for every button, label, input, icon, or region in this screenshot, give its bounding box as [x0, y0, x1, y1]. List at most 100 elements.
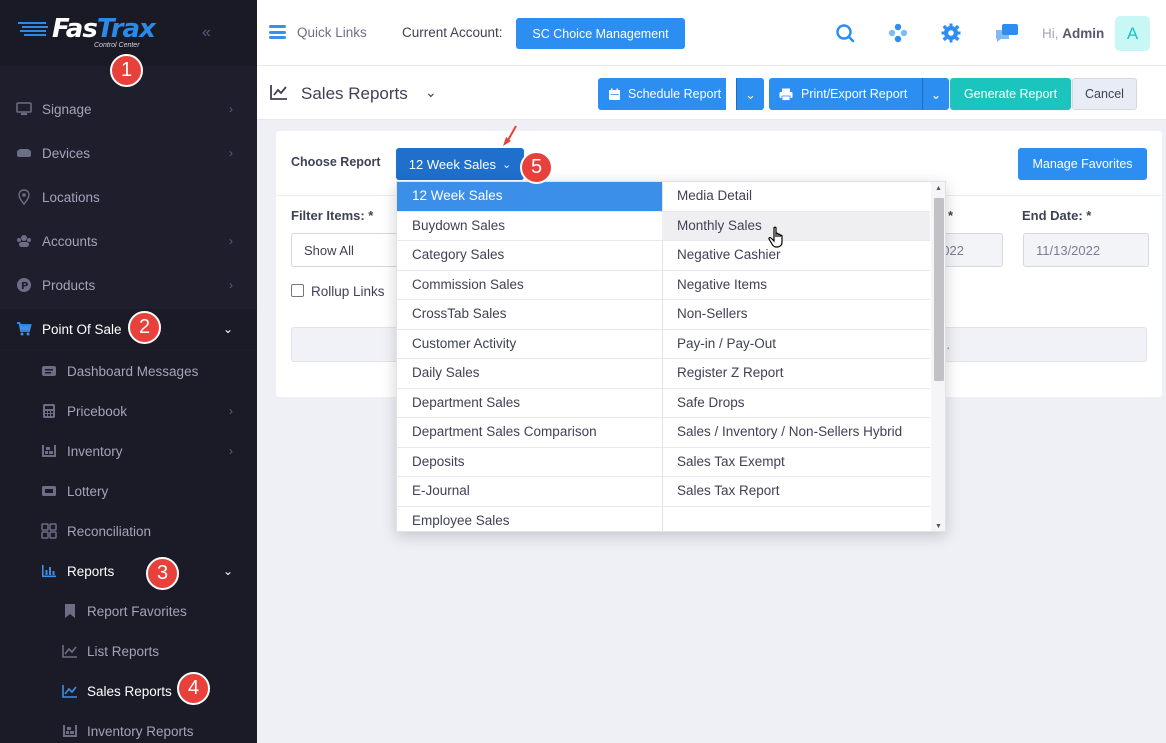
- sidebar-item-list-reports[interactable]: List Reports: [0, 631, 257, 671]
- sidebar-item-dashboard-messages[interactable]: Dashboard Messages: [0, 351, 257, 391]
- brand-subtitle: Control Center: [94, 42, 140, 49]
- dropdown-scrollbar[interactable]: ▲ ▼: [931, 182, 945, 531]
- collapse-sidebar-icon[interactable]: «: [202, 24, 211, 42]
- sidebar-item-label: Reconciliation: [67, 523, 152, 539]
- generate-report-button[interactable]: Generate Report: [950, 78, 1071, 110]
- inventory-icon: [42, 445, 56, 457]
- start-date-label: *: [948, 208, 954, 223]
- user-name: Admin: [1062, 26, 1105, 41]
- quick-links[interactable]: Quick Links: [297, 25, 367, 40]
- sidebar-item-locations[interactable]: Locations: [0, 177, 257, 217]
- report-option-department-sales[interactable]: Department Sales: [397, 389, 662, 418]
- avatar[interactable]: A: [1115, 16, 1150, 51]
- sidebar-item-reconciliation[interactable]: Reconciliation: [0, 511, 257, 551]
- sidebar-item-label: Locations: [42, 189, 100, 205]
- report-option-buydown-sales[interactable]: Buydown Sales: [397, 212, 662, 241]
- sidebar-item-products[interactable]: P Products ›: [0, 265, 257, 305]
- search-icon[interactable]: [834, 22, 856, 44]
- current-account-button[interactable]: SC Choice Management: [516, 18, 685, 49]
- sidebar-item-label: List Reports: [87, 643, 160, 659]
- report-option-commission-sales[interactable]: Commission Sales: [397, 271, 662, 300]
- choose-report-dropdown[interactable]: 12 Week Sales ⌄: [396, 148, 524, 180]
- sidebar-item-sales-reports[interactable]: Sales Reports: [0, 671, 257, 711]
- sidebar-item-devices[interactable]: Devices ›: [0, 133, 257, 173]
- chevron-down-icon: ⌄: [501, 158, 512, 171]
- sidebar-item-lottery[interactable]: Lottery: [0, 471, 257, 511]
- report-option-monthly-sales[interactable]: Monthly Sales: [662, 211, 930, 241]
- report-option-12-week-sales[interactable]: 12 Week Sales: [397, 182, 662, 212]
- ticket-icon: [42, 486, 56, 496]
- page-title: Sales Reports: [301, 84, 408, 103]
- sidebar-item-label: Signage: [42, 101, 92, 117]
- cancel-button[interactable]: Cancel: [1072, 78, 1137, 110]
- report-dropdown-menu: 12 Week Sales Buydown Sales Category Sal…: [396, 181, 946, 532]
- sidebar-item-signage[interactable]: Signage ›: [0, 89, 257, 129]
- menu-icon[interactable]: [269, 25, 286, 39]
- annotation-badge-3: 3: [146, 557, 179, 590]
- report-option-department-sales-comparison[interactable]: Department Sales Comparison: [397, 418, 662, 448]
- sidebar-item-inventory-reports[interactable]: Inventory Reports: [0, 711, 257, 743]
- print-export-dropdown[interactable]: ⌄: [922, 78, 949, 110]
- sidebar-item-inventory[interactable]: Inventory ›: [0, 431, 257, 471]
- annotation-badge-5: 5: [520, 151, 553, 184]
- report-option-category-sales[interactable]: Category Sales: [397, 241, 662, 271]
- sidebar-item-label: Lottery: [67, 483, 109, 499]
- report-option-e-journal[interactable]: E-Journal: [397, 477, 662, 507]
- selected-report: 12 Week Sales: [408, 156, 496, 172]
- report-option-negative-cashier[interactable]: Negative Cashier: [662, 241, 930, 271]
- sidebar-item-reports[interactable]: Reports ⌄: [0, 551, 257, 591]
- print-export-button[interactable]: Print/Export Report: [769, 78, 924, 110]
- bookmark-icon: [65, 604, 75, 618]
- report-option-deposits[interactable]: Deposits: [397, 448, 662, 477]
- report-option-safe-drops[interactable]: Safe Drops: [662, 389, 930, 418]
- scroll-down-icon[interactable]: ▼: [935, 523, 942, 530]
- title-chevron-down-icon[interactable]: ⌄: [425, 84, 437, 101]
- annotation-arrow-icon: [503, 125, 517, 146]
- report-option-media-detail[interactable]: Media Detail: [662, 182, 930, 212]
- manage-favorites-button[interactable]: Manage Favorites: [1018, 148, 1147, 180]
- sidebar-item-accounts[interactable]: Accounts ›: [0, 221, 257, 261]
- sidebar-item-label: Point Of Sale: [42, 321, 122, 337]
- report-option-daily-sales[interactable]: Daily Sales: [397, 359, 662, 389]
- logo-speed-lines-icon: [18, 22, 48, 36]
- sidebar-item-report-favorites[interactable]: Report Favorites: [0, 591, 257, 631]
- report-option-sales-tax-report[interactable]: Sales Tax Report: [662, 477, 930, 507]
- map-pin-icon: [18, 189, 30, 205]
- gear-icon[interactable]: [940, 22, 962, 44]
- schedule-report-button[interactable]: Schedule Report: [598, 78, 726, 110]
- filter-items-value: Show All: [304, 242, 354, 258]
- report-option-employee-sales[interactable]: Employee Sales: [397, 507, 662, 532]
- report-option-register-z-report[interactable]: Register Z Report: [662, 359, 930, 389]
- annotation-badge-2: 2: [128, 311, 161, 344]
- report-option-sales-inventory-hybrid[interactable]: Sales / Inventory / Non-Sellers Hybrid: [662, 418, 930, 448]
- choose-report-label: Choose Report: [291, 155, 381, 169]
- report-option-negative-items[interactable]: Negative Items: [662, 271, 930, 300]
- end-date-value: 11/13/2022: [1036, 242, 1101, 258]
- schedule-report-dropdown[interactable]: ⌄: [736, 78, 764, 110]
- hard-drive-icon: [17, 149, 31, 157]
- chat-icon[interactable]: [994, 22, 1020, 44]
- end-date-input[interactable]: 11/13/2022: [1023, 233, 1149, 267]
- sidebar-item-pricebook[interactable]: Pricebook ›: [0, 391, 257, 431]
- report-option-sales-tax-exempt[interactable]: Sales Tax Exempt: [662, 448, 930, 477]
- apps-icon[interactable]: [887, 22, 909, 44]
- filter-items-select[interactable]: Show All: [291, 233, 411, 267]
- scroll-up-icon[interactable]: ▲: [935, 185, 942, 192]
- report-list-right: Media Detail Monthly Sales Negative Cash…: [662, 182, 930, 507]
- report-option-pay-in-pay-out[interactable]: Pay-in / Pay-Out: [662, 330, 930, 359]
- report-option-customer-activity[interactable]: Customer Activity: [397, 330, 662, 359]
- print-export-label: Print/Export Report: [801, 87, 908, 101]
- report-option-non-sellers[interactable]: Non-Sellers: [662, 300, 930, 330]
- greeting: Hi, Admin: [1042, 26, 1104, 41]
- grid-icon: [41, 523, 57, 539]
- rollup-links-checkbox[interactable]: [291, 284, 304, 297]
- scrollbar-thumb[interactable]: [934, 198, 944, 381]
- fastrax-logo[interactable]: FasTrax Control Center: [18, 14, 156, 52]
- report-option-crosstab-sales[interactable]: CrossTab Sales: [397, 300, 662, 330]
- users-icon: [17, 235, 31, 247]
- subheader: Sales Reports ⌄ Schedule Report ⌄ Print/…: [257, 66, 1166, 120]
- sidebar-item-label: Pricebook: [67, 403, 128, 419]
- line-chart-icon: [270, 85, 287, 100]
- sidebar-item-label: Reports: [67, 563, 115, 579]
- printer-icon: [779, 88, 793, 101]
